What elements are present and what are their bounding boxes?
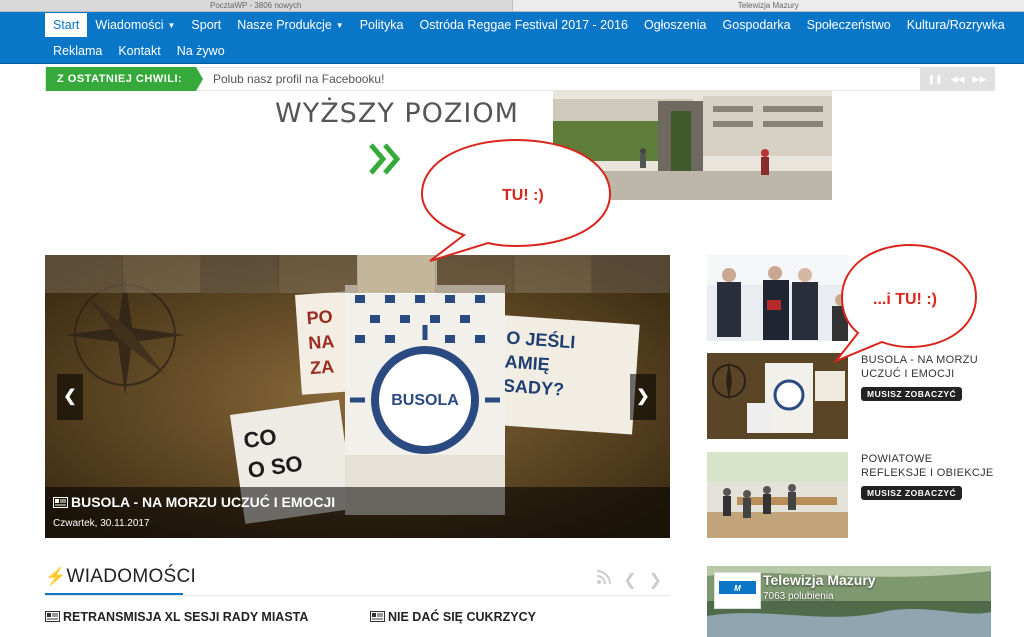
- facebook-widget[interactable]: M Telewizja Mazury 7063 polubienia: [707, 566, 991, 637]
- facebook-likes: 7063 polubienia: [763, 591, 834, 602]
- newspaper-icon: [45, 611, 60, 622]
- svg-text:BUSOLA: BUSOLA: [391, 392, 459, 409]
- nav-item-wiadomosci[interactable]: Wiadomości ▼: [87, 13, 183, 37]
- article-title-text: RETRANSMISJA XL SESJI RADY MIASTA: [63, 610, 309, 624]
- nav-item-kontakt[interactable]: Kontakt: [110, 39, 168, 63]
- slider-caption-title[interactable]: BUSOLA - NA MORZU UCZUĆ I EMOCJI: [53, 494, 335, 510]
- newspaper-icon: [370, 611, 385, 622]
- svg-text:M: M: [734, 584, 741, 593]
- side-photo-1: [707, 255, 848, 341]
- svg-text:AMIĘ: AMIĘ: [504, 351, 550, 374]
- nav-item-label: Wiadomości: [95, 18, 164, 32]
- ticker-label: Z OSTATNIEJ CHWILI:: [46, 67, 203, 91]
- slider-thumb[interactable]: [279, 255, 358, 293]
- side-item-title[interactable]: POWIATOWE REFLEKSJE I OBIEKCJE: [861, 452, 996, 480]
- bubble-2-text: ...i TU! :): [873, 291, 937, 308]
- bubble-1-text: TU! :): [502, 187, 544, 204]
- browser-tab-mail[interactable]: PocztaWP - 3806 nowych: [0, 0, 512, 12]
- article-title-1[interactable]: RETRANSMISJA XL SESJI RADY MIASTA: [45, 610, 308, 624]
- nav-item-spoleczenstwo[interactable]: Społeczeństwo: [799, 13, 899, 37]
- side-thumb-2[interactable]: [707, 353, 848, 439]
- nav-item-polityka[interactable]: Polityka: [352, 13, 412, 37]
- slider-caption-text: BUSOLA - NA MORZU UCZUĆ I EMOCJI: [71, 494, 336, 510]
- slider-caption-date: Czwartek, 30.11.2017: [53, 518, 150, 529]
- slider-thumb[interactable]: [45, 255, 124, 293]
- ticker-text[interactable]: Polub nasz profil na Facebooku!: [213, 68, 384, 90]
- slider-caption[interactable]: BUSOLA - NA MORZU UCZUĆ I EMOCJI Czwarte…: [45, 487, 670, 538]
- side-photo-3: [707, 452, 848, 538]
- slider-thumb[interactable]: [201, 255, 280, 293]
- side-item-3: POWIATOWE REFLEKSJE I OBIEKCJE MUSISZ ZO…: [707, 452, 997, 538]
- must-see-badge[interactable]: MUSISZ ZOBACZYĆ: [861, 486, 963, 500]
- slider-prev-button[interactable]: ❮: [57, 374, 83, 420]
- facebook-page-logo[interactable]: M: [714, 572, 761, 609]
- article-title-text: NIE DAĆ SIĘ CUKRZYCY: [388, 610, 536, 624]
- nav-item-ogloszenia[interactable]: Ogłoszenia: [636, 13, 715, 37]
- svg-text:SADY?: SADY?: [502, 375, 564, 399]
- breaking-news-ticker: Z OSTATNIEJ CHWILI: Polub nasz profil na…: [45, 67, 995, 91]
- svg-text:PO: PO: [306, 306, 333, 328]
- chevron-left-icon[interactable]: ❮: [623, 570, 636, 590]
- nav-item-start[interactable]: Start: [45, 13, 88, 37]
- svg-text:CO: CO: [242, 424, 278, 453]
- nav-item-gospodarka[interactable]: Gospodarka: [715, 13, 799, 37]
- news-section-header: ⚡WIADOMOŚCI ❮ ❯: [45, 562, 670, 596]
- caret-down-icon: ▼: [335, 21, 344, 30]
- caret-down-icon: ▼: [167, 21, 176, 30]
- svg-text:ZA: ZA: [309, 356, 334, 378]
- browser-tab-strip: PocztaWP - 3806 nowych Telewizja Mazury: [0, 0, 1024, 12]
- nav-item-sport[interactable]: Sport: [183, 13, 229, 37]
- svg-text:NA: NA: [308, 331, 335, 353]
- rewind-icon[interactable]: ◀◀: [951, 74, 965, 85]
- nav-row-2: Reklama Kontakt Na żywo: [45, 39, 233, 63]
- side-photo-2: [707, 353, 848, 439]
- nav-item-kultura[interactable]: Kultura/Rozrywka: [899, 13, 1013, 37]
- fast-forward-icon[interactable]: ▶▶: [973, 74, 987, 85]
- side-item-2: BUSOLA - NA MORZU UCZUĆ I EMOCJI MUSISZ …: [707, 353, 997, 439]
- slider-thumb[interactable]: [123, 255, 202, 293]
- rss-icon[interactable]: [597, 570, 612, 590]
- side-thumb-3[interactable]: [707, 452, 848, 538]
- nav-item-label: Nasze Produkcje: [237, 18, 332, 32]
- main-slider[interactable]: PO NA ZA O JEŚLI AMIĘ SADY? CO O SO BUSO…: [45, 255, 670, 538]
- must-see-badge[interactable]: MUSISZ ZOBACZYĆ: [861, 387, 963, 401]
- main-nav: Start Wiadomości ▼ Sport Nasze Produkcje ▼…: [0, 12, 1024, 64]
- facebook-page-name[interactable]: Telewizja Mazury: [763, 572, 876, 588]
- pause-icon[interactable]: ❚❚: [928, 74, 943, 85]
- slider-next-button[interactable]: ❯: [630, 374, 656, 420]
- double-chevron-right-icon: [369, 143, 401, 175]
- section-controls: ❮ ❯: [597, 570, 662, 590]
- article-title-2[interactable]: NIE DAĆ SIĘ CUKRZYCY: [370, 610, 536, 624]
- side-thumb-1[interactable]: [707, 255, 848, 341]
- browser-tab-telewizja[interactable]: Telewizja Mazury: [511, 0, 1024, 12]
- newspaper-icon: [53, 497, 68, 508]
- section-title: ⚡WIADOMOŚCI: [45, 566, 197, 595]
- nav-item-na-zywo[interactable]: Na żywo: [169, 39, 233, 63]
- nav-item-reggae-festival[interactable]: Ostróda Reggae Festival 2017 - 2016: [412, 13, 636, 37]
- chevron-right-icon[interactable]: ❯: [649, 570, 662, 590]
- nav-row-1: Start Wiadomości ▼ Sport Nasze Produkcje ▼…: [45, 13, 1013, 37]
- ticker-controls: ❚❚ ◀◀ ▶▶: [920, 68, 994, 90]
- lightning-icon: ⚡: [45, 567, 67, 586]
- ad-headline[interactable]: WYŻSZY POZIOM: [275, 98, 519, 129]
- nav-item-nasze-produkcje[interactable]: Nasze Produkcje ▼: [229, 13, 351, 37]
- nav-item-reklama[interactable]: Reklama: [45, 39, 110, 63]
- section-title-text: WIADOMOŚCI: [66, 566, 197, 587]
